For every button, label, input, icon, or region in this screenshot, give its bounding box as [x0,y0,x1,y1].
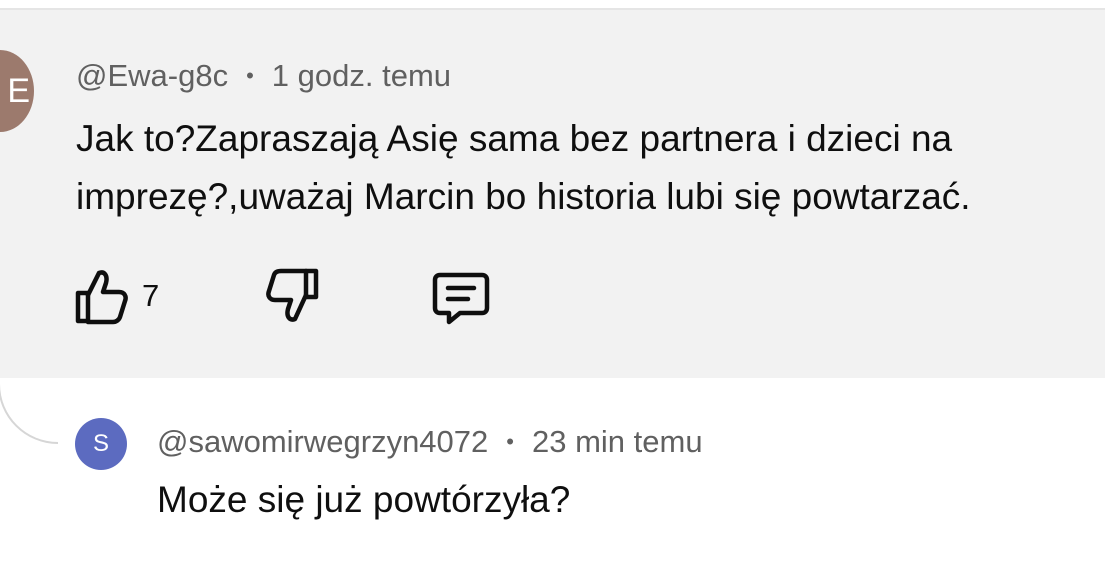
reply-meta: @sawomirwegrzyn4072 • 23 min temu [157,422,703,462]
comment-text: Jak to?Zapraszają Asię sama bez partnera… [76,118,971,217]
reply-text: Może się już powtórzyła? [157,479,571,520]
reply-meta-separator: • [506,429,514,454]
thumbs-up-icon[interactable] [74,267,128,325]
comment-meta: @Ewa-g8c • 1 godz. temu [76,56,451,96]
thumbs-down-icon[interactable] [266,267,320,325]
meta-separator: • [246,63,254,88]
avatar-letter: E [7,72,30,110]
comment-timestamp[interactable]: 1 godz. temu [272,58,451,93]
dislike-button[interactable] [266,266,320,326]
reply-comment-icon[interactable] [432,267,490,325]
comment-author[interactable]: @Ewa-g8c [76,58,228,93]
reply-thread-line [0,378,58,444]
reply-avatar[interactable]: S [75,418,127,470]
reply-timestamp[interactable]: 23 min temu [532,424,703,459]
reply-avatar-letter: S [92,430,109,457]
like-button[interactable]: 7 [74,266,159,326]
reply-author[interactable]: @sawomirwegrzyn4072 [157,424,488,459]
reply-button[interactable] [432,266,490,326]
like-count: 7 [142,278,160,313]
